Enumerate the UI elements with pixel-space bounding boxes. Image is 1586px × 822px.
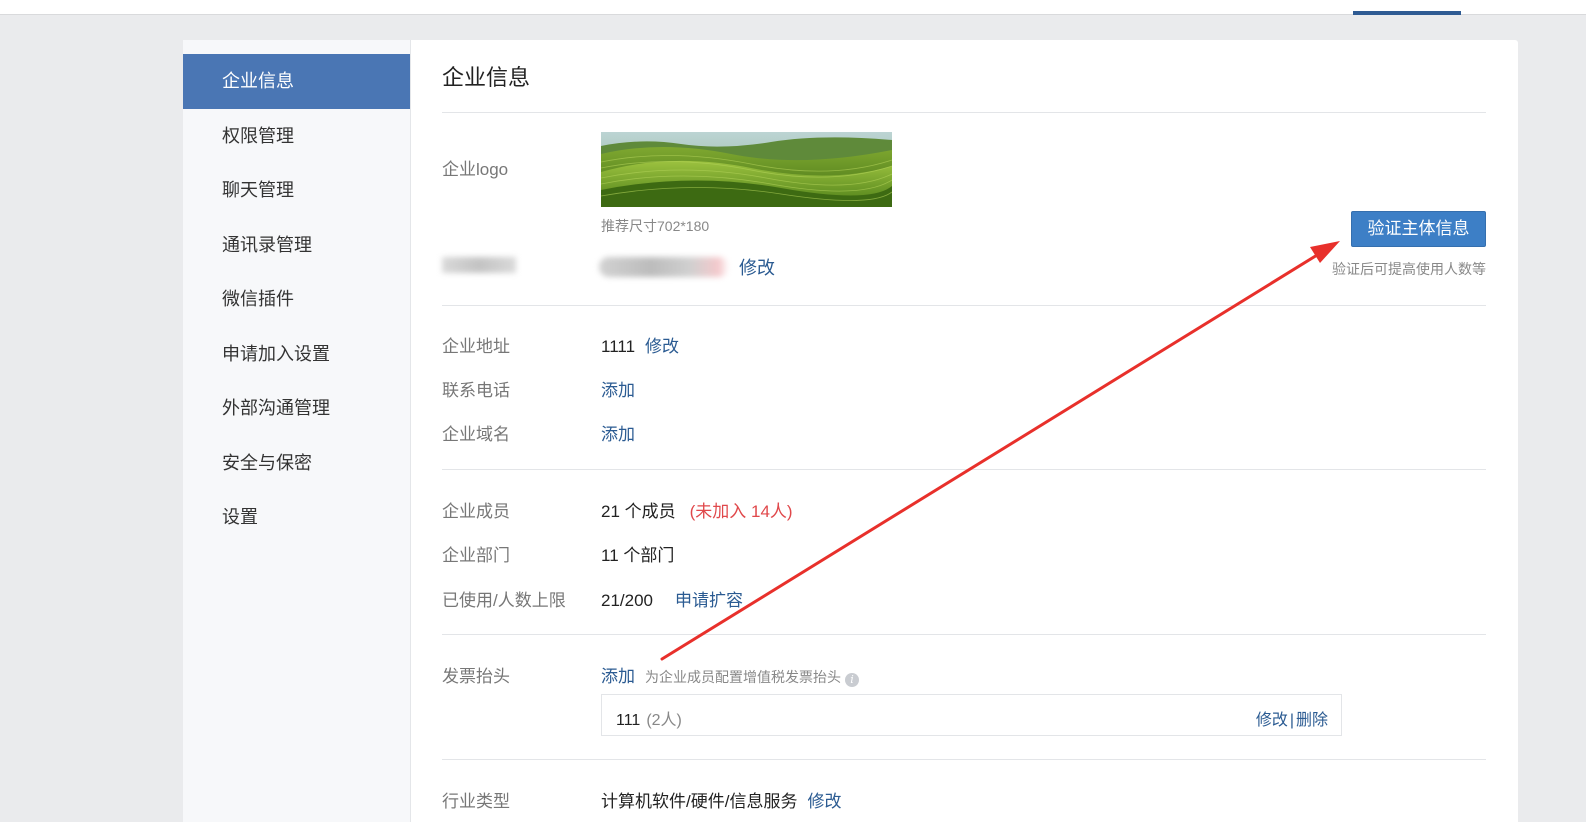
sidebar-item-external-communication[interactable]: 外部沟通管理 (183, 381, 410, 436)
add-invoice-link[interactable]: 添加 (601, 667, 635, 686)
sidebar-item-join-settings[interactable]: 申请加入设置 (183, 327, 410, 382)
divider (442, 469, 1486, 470)
sidebar-item-company-info[interactable]: 企业信息 (183, 54, 410, 109)
divider (442, 112, 1486, 113)
info-icon[interactable]: i (845, 673, 859, 687)
domain-label: 企业域名 (442, 425, 510, 444)
invoice-label: 发票抬头 (442, 667, 510, 686)
edit-company-name-link[interactable]: 修改 (739, 254, 775, 280)
members-count: 21 个成员 (601, 502, 676, 521)
departments-count: 11 个部门 (601, 546, 675, 565)
industry-label: 行业类型 (442, 792, 510, 811)
members-label: 企业成员 (442, 502, 510, 521)
apply-expansion-link[interactable]: 申请扩容 (675, 591, 743, 610)
divider (442, 634, 1486, 635)
top-navigation-bar (0, 0, 1586, 15)
address-row: 1111 修改 (601, 332, 679, 357)
invoice-hint: 为企业成员配置增值税发票抬头 (645, 669, 841, 685)
invoice-entry-actions: 修改 | 删除 (1256, 706, 1328, 730)
sidebar-item-chat[interactable]: 聊天管理 (183, 163, 410, 218)
usage-row: 21/200 申请扩容 (601, 586, 743, 611)
sidebar-item-contacts[interactable]: 通讯录管理 (183, 218, 410, 273)
main-content: 企业信息 企业logo 推荐尺寸702*180 修改 验证主体信息 验证后可提高… (442, 40, 1486, 822)
company-logo-image[interactable] (601, 132, 892, 207)
unjoined-members-count[interactable]: (未加入 14人) (690, 502, 793, 521)
invoice-row: 添加 为企业成员配置增值税发票抬头 i (601, 662, 859, 687)
edit-address-link[interactable]: 修改 (645, 337, 679, 356)
invoice-entry-name: 111 (616, 712, 641, 729)
sidebar-item-permissions[interactable]: 权限管理 (183, 109, 410, 164)
address-label: 企业地址 (442, 337, 510, 356)
invoice-entry-count: (2人) (646, 712, 682, 729)
add-domain-link[interactable]: 添加 (601, 420, 635, 445)
usage-label: 已使用/人数上限 (442, 591, 566, 610)
logo-size-hint: 推荐尺寸702*180 (601, 218, 710, 234)
departments-label: 企业部门 (442, 546, 510, 565)
settings-card: 企业信息 权限管理 聊天管理 通讯录管理 微信插件 申请加入设置 外部沟通管理 … (183, 40, 1518, 822)
address-value: 1111 (601, 337, 636, 356)
company-name-label-redacted (442, 257, 516, 273)
company-name-redacted (599, 257, 729, 277)
usage-value: 21/200 (601, 591, 653, 610)
logo-label: 企业logo (442, 160, 509, 179)
phone-label: 联系电话 (442, 381, 510, 400)
edit-industry-link[interactable]: 修改 (807, 792, 841, 811)
industry-row: 计算机软件/硬件/信息服务 修改 (601, 787, 841, 812)
divider (442, 305, 1486, 306)
action-separator: | (1289, 712, 1294, 729)
divider (442, 759, 1486, 760)
verify-entity-button[interactable]: 验证主体信息 (1351, 211, 1486, 247)
invoice-entry-name-row: 111 (2人) (616, 706, 682, 730)
members-row: 21 个成员 (未加入 14人) (601, 497, 793, 522)
sidebar: 企业信息 权限管理 聊天管理 通讯录管理 微信插件 申请加入设置 外部沟通管理 … (183, 40, 411, 822)
active-tab-indicator (1353, 11, 1461, 15)
edit-invoice-link[interactable]: 修改 (1256, 712, 1288, 729)
add-phone-link[interactable]: 添加 (601, 376, 635, 401)
sidebar-item-security[interactable]: 安全与保密 (183, 436, 410, 491)
verify-hint: 验证后可提高使用人数等 (1332, 261, 1486, 277)
industry-value: 计算机软件/硬件/信息服务 (601, 792, 798, 811)
landscape-image-icon (601, 132, 892, 207)
sidebar-item-settings[interactable]: 设置 (183, 490, 410, 545)
page-title: 企业信息 (442, 65, 531, 90)
delete-invoice-link[interactable]: 删除 (1296, 712, 1328, 729)
sidebar-item-wechat-plugin[interactable]: 微信插件 (183, 272, 410, 327)
invoice-entry: 111 (2人) 修改 | 删除 (601, 694, 1342, 736)
